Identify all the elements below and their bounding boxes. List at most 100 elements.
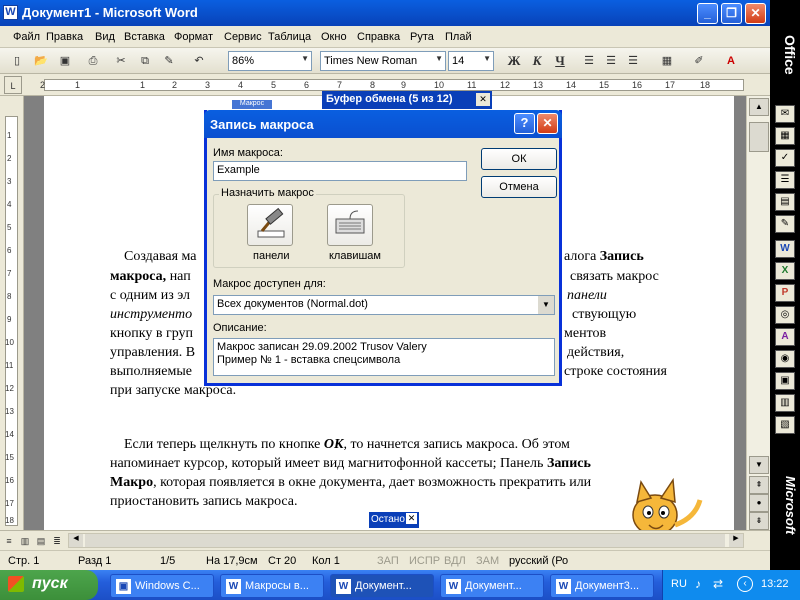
network-icon[interactable]: ⇄: [713, 577, 723, 591]
new-document-icon[interactable]: ▯: [8, 52, 26, 70]
journal-icon[interactable]: ✎: [775, 215, 795, 233]
clipboard-pane[interactable]: Буфер обмена (5 из 12) ✕: [322, 91, 492, 109]
taskbar-item[interactable]: W Документ...: [330, 574, 434, 598]
close-icon[interactable]: ✕: [537, 113, 558, 134]
borders-icon[interactable]: ▦: [658, 52, 676, 70]
browse-object-button[interactable]: ●: [749, 494, 769, 512]
minimize-button[interactable]: _: [697, 3, 718, 24]
paste-icon[interactable]: ⧉: [136, 52, 154, 70]
taskbar-item[interactable]: W Макросы в...: [220, 574, 324, 598]
taskbar-item[interactable]: ▣ Windows C...: [110, 574, 214, 598]
note-icon[interactable]: ▤: [775, 193, 795, 211]
macro-name-input[interactable]: Example: [213, 161, 467, 181]
restore-button[interactable]: ❐: [721, 3, 742, 24]
office-bar-label: Office: [782, 35, 798, 75]
store-macro-select[interactable]: Всех документов (Normal.dot) ▼: [213, 295, 555, 315]
zoom-combo[interactable]: 86% ▼: [228, 51, 312, 71]
show-hidden-icons[interactable]: ‹: [737, 576, 753, 592]
assign-toolbar-button[interactable]: [247, 204, 293, 246]
mail-icon[interactable]: ✉: [775, 105, 795, 123]
taskbar-item[interactable]: W Документ...: [440, 574, 544, 598]
cut-icon[interactable]: ✂: [112, 52, 130, 70]
binder-icon[interactable]: ▧: [775, 416, 795, 434]
normal-view-icon[interactable]: ≡: [2, 532, 16, 546]
vertical-ruler[interactable]: 1 2 3 4 5 6 7 8 9 10 11 12 13 14 15 16 1…: [0, 96, 24, 530]
underline-button[interactable]: Ч: [551, 52, 569, 70]
word-app-icon[interactable]: W: [3, 5, 18, 20]
status-record[interactable]: ЗАП: [377, 555, 399, 567]
scroll-right-button[interactable]: ▶: [729, 534, 743, 547]
menu-edit[interactable]: Правка: [46, 31, 83, 43]
scroll-thumb[interactable]: [749, 122, 769, 152]
font-size-combo[interactable]: 14 ▼: [448, 51, 494, 71]
chevron-down-icon[interactable]: ▼: [538, 296, 554, 314]
help-icon[interactable]: ?: [514, 113, 535, 134]
menu-tools[interactable]: Сервис: [224, 31, 262, 43]
undo-icon[interactable]: ↶: [190, 52, 208, 70]
close-button[interactable]: ✕: [745, 3, 766, 24]
language-indicator[interactable]: RU: [671, 578, 687, 590]
contact-icon[interactable]: ☰: [775, 171, 795, 189]
bold-button[interactable]: Ж: [505, 52, 523, 70]
italic-button[interactable]: К: [528, 52, 546, 70]
cancel-button[interactable]: Отмена: [481, 176, 557, 198]
horizontal-scrollbar[interactable]: ◀ ▶: [68, 533, 744, 548]
menu-ruta[interactable]: Рута: [410, 31, 434, 43]
scroll-down-button[interactable]: ▼: [749, 456, 769, 474]
previous-page-button[interactable]: ⇞: [749, 476, 769, 494]
next-page-button[interactable]: ⇟: [749, 512, 769, 530]
calendar-icon[interactable]: ▦: [775, 127, 795, 145]
format-painter-icon[interactable]: ✎: [160, 52, 178, 70]
macro-toolbar-fragment[interactable]: Макрос: [232, 100, 272, 109]
menu-window[interactable]: Окно: [321, 31, 347, 43]
font-name-combo[interactable]: Times New Roman ▼: [320, 51, 446, 71]
dialog-title-bar[interactable]: Запись макроса ? ✕: [204, 110, 562, 138]
scroll-up-button[interactable]: ▲: [749, 98, 769, 116]
align-right-icon[interactable]: ☰: [624, 52, 642, 70]
menu-file[interactable]: Файл: [13, 31, 40, 43]
close-icon[interactable]: ✕: [406, 513, 417, 524]
align-center-icon[interactable]: ☰: [602, 52, 620, 70]
scroll-left-button[interactable]: ◀: [69, 534, 83, 547]
explorer-icon[interactable]: ◉: [775, 350, 795, 368]
menu-view[interactable]: Вид: [95, 31, 115, 43]
ok-button[interactable]: ОК: [481, 148, 557, 170]
publisher-icon[interactable]: ▥: [775, 394, 795, 412]
menu-format[interactable]: Формат: [174, 31, 213, 43]
access-icon[interactable]: A: [775, 328, 795, 346]
save-icon[interactable]: ▣: [56, 52, 74, 70]
menu-help[interactable]: Справка: [357, 31, 400, 43]
highlight-icon[interactable]: ✐: [690, 52, 708, 70]
outline-view-icon[interactable]: ≣: [50, 532, 64, 546]
outlook-icon[interactable]: ◎: [775, 306, 795, 324]
frontpage-icon[interactable]: ▣: [775, 372, 795, 390]
font-color-icon[interactable]: A: [722, 52, 740, 70]
excel-icon[interactable]: X: [775, 262, 795, 280]
stop-recording-toolbar[interactable]: Остано ✕: [369, 512, 419, 528]
menu-table[interactable]: Таблица: [268, 31, 311, 43]
web-view-icon[interactable]: ▥: [18, 532, 32, 546]
start-button[interactable]: пуск: [0, 570, 98, 600]
status-overtype[interactable]: ЗАМ: [476, 555, 499, 567]
horizontal-scroll-thumb[interactable]: [85, 534, 725, 547]
align-left-icon[interactable]: ☰: [580, 52, 598, 70]
vruler-label: 16: [5, 476, 14, 485]
tab-stop-selector[interactable]: L: [4, 76, 22, 94]
powerpoint-icon[interactable]: P: [775, 284, 795, 302]
description-textarea[interactable]: Макрос записан 29.09.2002 Trusov Valery …: [213, 338, 555, 376]
menu-plai[interactable]: Плай: [445, 31, 472, 43]
speaker-icon[interactable]: ♪: [695, 577, 701, 591]
menu-insert[interactable]: Вставка: [124, 31, 165, 43]
vertical-scrollbar[interactable]: ▲ ▼ ⇞ ● ⇟: [746, 96, 770, 530]
vruler-label: 12: [5, 384, 14, 393]
assign-keyboard-button[interactable]: [327, 204, 373, 246]
close-icon[interactable]: ✕: [476, 93, 490, 106]
open-folder-icon[interactable]: 📂: [32, 52, 50, 70]
status-extend[interactable]: ВДЛ: [444, 555, 466, 567]
taskbar-item[interactable]: W Документ3...: [550, 574, 654, 598]
print-preview-icon[interactable]: ⎙: [84, 52, 102, 70]
print-layout-icon[interactable]: ▤: [34, 532, 48, 546]
word-icon[interactable]: W: [775, 240, 795, 258]
task-icon[interactable]: ✓: [775, 149, 795, 167]
status-track-changes[interactable]: ИСПР: [409, 555, 440, 567]
